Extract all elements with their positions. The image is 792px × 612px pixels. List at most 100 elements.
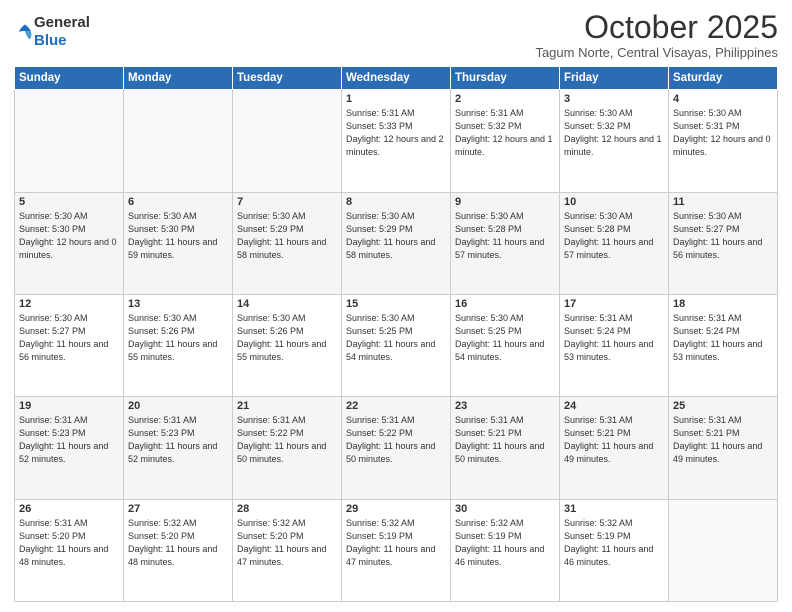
weekday-header-row: Sunday Monday Tuesday Wednesday Thursday… [15, 67, 778, 90]
header: General Blue October 2025 Tagum Norte, C… [14, 10, 778, 60]
day-number: 6 [128, 196, 228, 208]
day-number: 1 [346, 93, 446, 105]
table-row: 8 Sunrise: 5:30 AMSunset: 5:29 PMDayligh… [342, 192, 451, 294]
day-number: 11 [673, 196, 773, 208]
day-number: 14 [237, 298, 337, 310]
week-row-3: 19 Sunrise: 5:31 AMSunset: 5:23 PMDaylig… [15, 397, 778, 499]
day-number: 13 [128, 298, 228, 310]
day-info: Sunrise: 5:30 AMSunset: 5:27 PMDaylight:… [19, 312, 119, 364]
day-info: Sunrise: 5:30 AMSunset: 5:27 PMDaylight:… [673, 210, 773, 262]
day-number: 3 [564, 93, 664, 105]
day-number: 31 [564, 503, 664, 515]
table-row: 28 Sunrise: 5:32 AMSunset: 5:20 PMDaylig… [233, 499, 342, 601]
logo: General Blue [14, 14, 90, 50]
day-info: Sunrise: 5:31 AMSunset: 5:23 PMDaylight:… [128, 414, 228, 466]
day-info: Sunrise: 5:32 AMSunset: 5:19 PMDaylight:… [346, 517, 446, 569]
table-row: 5 Sunrise: 5:30 AMSunset: 5:30 PMDayligh… [15, 192, 124, 294]
header-friday: Friday [560, 67, 669, 90]
table-row: 23 Sunrise: 5:31 AMSunset: 5:21 PMDaylig… [451, 397, 560, 499]
table-row: 26 Sunrise: 5:31 AMSunset: 5:20 PMDaylig… [15, 499, 124, 601]
day-number: 25 [673, 400, 773, 412]
day-number: 15 [346, 298, 446, 310]
logo-text: General Blue [34, 14, 90, 50]
table-row: 24 Sunrise: 5:31 AMSunset: 5:21 PMDaylig… [560, 397, 669, 499]
table-row: 1 Sunrise: 5:31 AMSunset: 5:33 PMDayligh… [342, 90, 451, 192]
table-row: 10 Sunrise: 5:30 AMSunset: 5:28 PMDaylig… [560, 192, 669, 294]
day-info: Sunrise: 5:31 AMSunset: 5:23 PMDaylight:… [19, 414, 119, 466]
logo-general: General [34, 14, 90, 31]
day-number: 7 [237, 196, 337, 208]
table-row: 4 Sunrise: 5:30 AMSunset: 5:31 PMDayligh… [669, 90, 778, 192]
day-number: 20 [128, 400, 228, 412]
day-number: 9 [455, 196, 555, 208]
day-info: Sunrise: 5:30 AMSunset: 5:25 PMDaylight:… [346, 312, 446, 364]
day-info: Sunrise: 5:31 AMSunset: 5:24 PMDaylight:… [673, 312, 773, 364]
day-number: 5 [19, 196, 119, 208]
day-number: 17 [564, 298, 664, 310]
day-info: Sunrise: 5:30 AMSunset: 5:28 PMDaylight:… [455, 210, 555, 262]
day-info: Sunrise: 5:32 AMSunset: 5:20 PMDaylight:… [128, 517, 228, 569]
calendar-page: General Blue October 2025 Tagum Norte, C… [0, 0, 792, 612]
table-row: 27 Sunrise: 5:32 AMSunset: 5:20 PMDaylig… [124, 499, 233, 601]
day-info: Sunrise: 5:31 AMSunset: 5:21 PMDaylight:… [564, 414, 664, 466]
table-row: 12 Sunrise: 5:30 AMSunset: 5:27 PMDaylig… [15, 294, 124, 396]
day-info: Sunrise: 5:32 AMSunset: 5:20 PMDaylight:… [237, 517, 337, 569]
month-title: October 2025 [535, 10, 778, 45]
week-row-1: 5 Sunrise: 5:30 AMSunset: 5:30 PMDayligh… [15, 192, 778, 294]
table-row [669, 499, 778, 601]
table-row: 20 Sunrise: 5:31 AMSunset: 5:23 PMDaylig… [124, 397, 233, 499]
day-info: Sunrise: 5:31 AMSunset: 5:21 PMDaylight:… [455, 414, 555, 466]
day-info: Sunrise: 5:30 AMSunset: 5:30 PMDaylight:… [19, 210, 119, 262]
table-row: 18 Sunrise: 5:31 AMSunset: 5:24 PMDaylig… [669, 294, 778, 396]
day-info: Sunrise: 5:31 AMSunset: 5:22 PMDaylight:… [237, 414, 337, 466]
header-sunday: Sunday [15, 67, 124, 90]
day-number: 24 [564, 400, 664, 412]
table-row: 17 Sunrise: 5:31 AMSunset: 5:24 PMDaylig… [560, 294, 669, 396]
table-row: 6 Sunrise: 5:30 AMSunset: 5:30 PMDayligh… [124, 192, 233, 294]
week-row-0: 1 Sunrise: 5:31 AMSunset: 5:33 PMDayligh… [15, 90, 778, 192]
day-number: 21 [237, 400, 337, 412]
header-thursday: Thursday [451, 67, 560, 90]
day-info: Sunrise: 5:31 AMSunset: 5:20 PMDaylight:… [19, 517, 119, 569]
calendar-table: Sunday Monday Tuesday Wednesday Thursday… [14, 66, 778, 602]
day-number: 8 [346, 196, 446, 208]
day-number: 23 [455, 400, 555, 412]
table-row: 21 Sunrise: 5:31 AMSunset: 5:22 PMDaylig… [233, 397, 342, 499]
table-row [233, 90, 342, 192]
day-info: Sunrise: 5:30 AMSunset: 5:29 PMDaylight:… [237, 210, 337, 262]
table-row: 14 Sunrise: 5:30 AMSunset: 5:26 PMDaylig… [233, 294, 342, 396]
logo-icon [16, 23, 34, 41]
day-info: Sunrise: 5:30 AMSunset: 5:30 PMDaylight:… [128, 210, 228, 262]
day-info: Sunrise: 5:31 AMSunset: 5:32 PMDaylight:… [455, 107, 555, 159]
location: Tagum Norte, Central Visayas, Philippine… [535, 45, 778, 60]
header-monday: Monday [124, 67, 233, 90]
table-row: 9 Sunrise: 5:30 AMSunset: 5:28 PMDayligh… [451, 192, 560, 294]
day-number: 2 [455, 93, 555, 105]
table-row: 11 Sunrise: 5:30 AMSunset: 5:27 PMDaylig… [669, 192, 778, 294]
header-tuesday: Tuesday [233, 67, 342, 90]
day-info: Sunrise: 5:32 AMSunset: 5:19 PMDaylight:… [564, 517, 664, 569]
table-row [124, 90, 233, 192]
table-row: 25 Sunrise: 5:31 AMSunset: 5:21 PMDaylig… [669, 397, 778, 499]
day-info: Sunrise: 5:31 AMSunset: 5:33 PMDaylight:… [346, 107, 446, 159]
table-row: 13 Sunrise: 5:30 AMSunset: 5:26 PMDaylig… [124, 294, 233, 396]
title-block: October 2025 Tagum Norte, Central Visaya… [535, 10, 778, 60]
table-row: 19 Sunrise: 5:31 AMSunset: 5:23 PMDaylig… [15, 397, 124, 499]
day-info: Sunrise: 5:30 AMSunset: 5:31 PMDaylight:… [673, 107, 773, 159]
day-number: 12 [19, 298, 119, 310]
day-number: 28 [237, 503, 337, 515]
day-info: Sunrise: 5:30 AMSunset: 5:32 PMDaylight:… [564, 107, 664, 159]
table-row: 29 Sunrise: 5:32 AMSunset: 5:19 PMDaylig… [342, 499, 451, 601]
day-info: Sunrise: 5:30 AMSunset: 5:26 PMDaylight:… [128, 312, 228, 364]
day-info: Sunrise: 5:31 AMSunset: 5:24 PMDaylight:… [564, 312, 664, 364]
day-number: 26 [19, 503, 119, 515]
day-info: Sunrise: 5:30 AMSunset: 5:25 PMDaylight:… [455, 312, 555, 364]
day-number: 30 [455, 503, 555, 515]
day-number: 27 [128, 503, 228, 515]
day-number: 19 [19, 400, 119, 412]
table-row: 30 Sunrise: 5:32 AMSunset: 5:19 PMDaylig… [451, 499, 560, 601]
day-number: 4 [673, 93, 773, 105]
day-info: Sunrise: 5:32 AMSunset: 5:19 PMDaylight:… [455, 517, 555, 569]
header-saturday: Saturday [669, 67, 778, 90]
table-row: 3 Sunrise: 5:30 AMSunset: 5:32 PMDayligh… [560, 90, 669, 192]
